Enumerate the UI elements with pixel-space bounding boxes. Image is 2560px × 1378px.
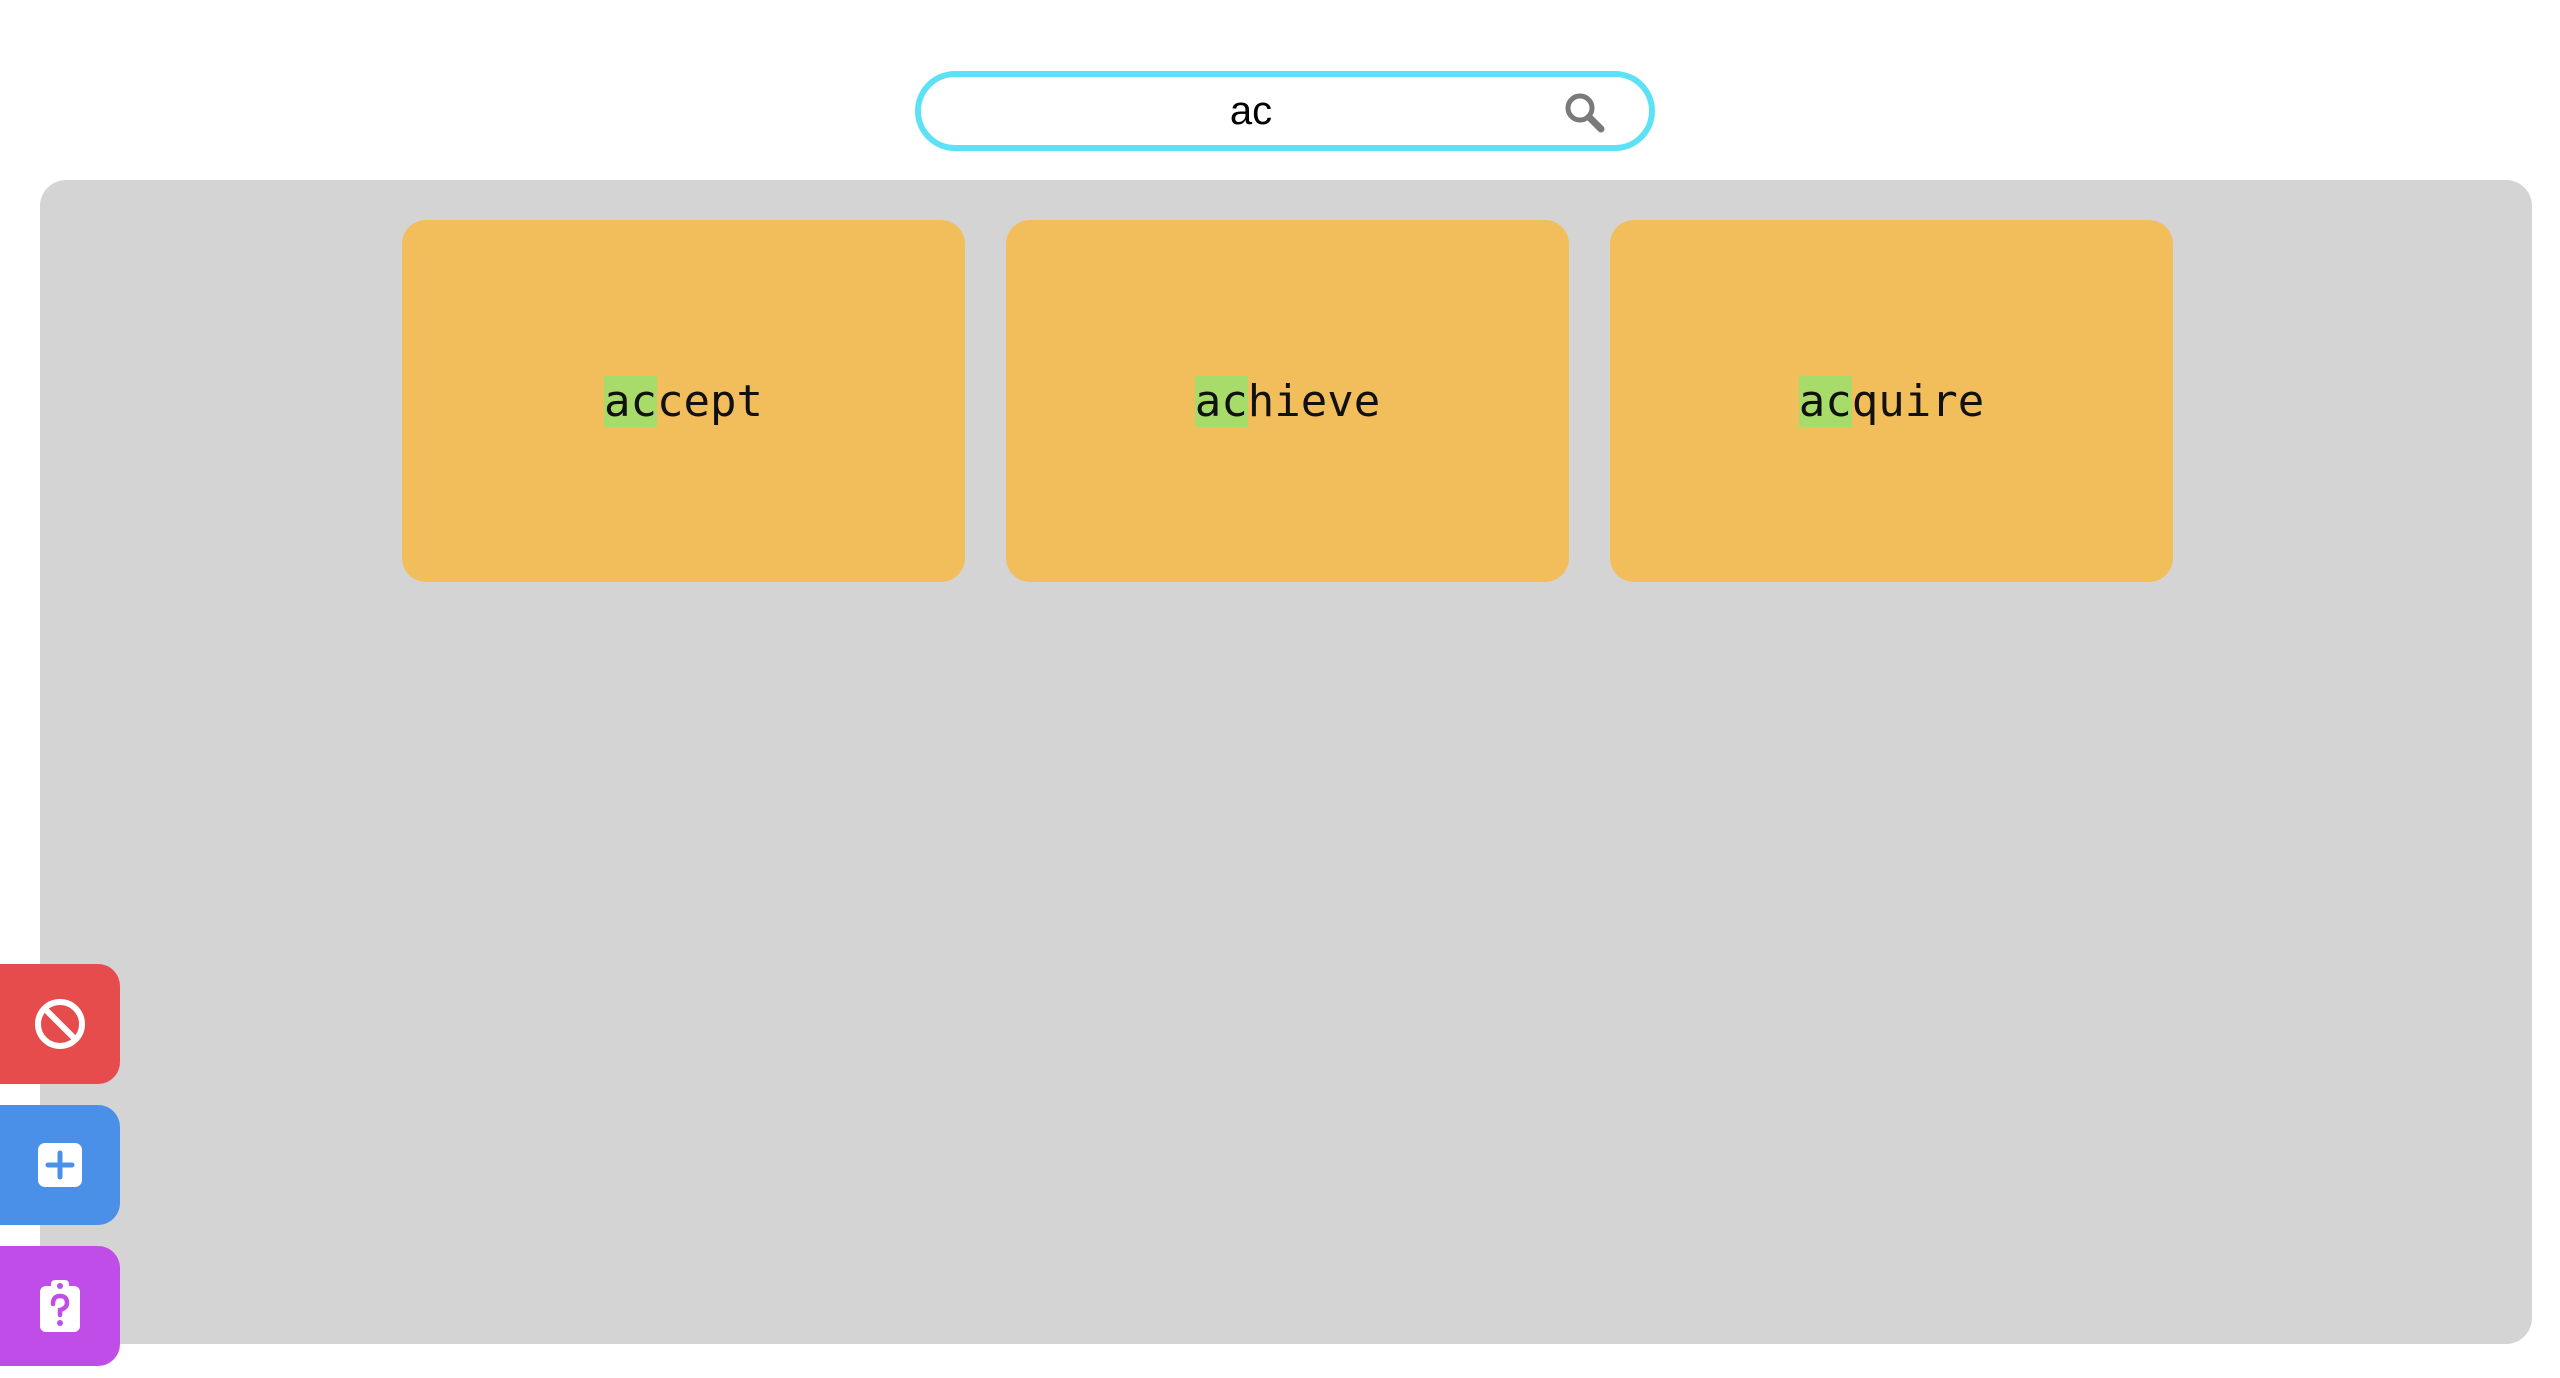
add-button[interactable] xyxy=(0,1105,120,1225)
card-word: accept xyxy=(604,375,763,427)
clear-button[interactable] xyxy=(0,964,120,1084)
word-rest: hieve xyxy=(1247,375,1381,427)
word-card-acquire[interactable]: acquire xyxy=(1610,220,2173,582)
plus-square-icon xyxy=(38,1143,82,1187)
word-card-achieve[interactable]: achieve xyxy=(1006,220,1569,582)
word-rest: quire xyxy=(1851,375,1985,427)
search-input[interactable] xyxy=(951,77,1551,145)
card-word: acquire xyxy=(1798,375,1985,427)
card-word: achieve xyxy=(1194,375,1381,427)
match-highlight: ac xyxy=(604,375,657,427)
help-button[interactable] xyxy=(0,1246,120,1366)
ban-icon xyxy=(35,999,85,1049)
word-card-accept[interactable]: accept xyxy=(402,220,965,582)
search-icon[interactable] xyxy=(1563,91,1605,133)
match-highlight: ac xyxy=(1798,375,1852,427)
clipboard-question-icon xyxy=(40,1280,80,1332)
match-highlight: ac xyxy=(1194,375,1248,427)
search-bar[interactable] xyxy=(915,71,1655,151)
word-rest: cept xyxy=(657,375,763,427)
